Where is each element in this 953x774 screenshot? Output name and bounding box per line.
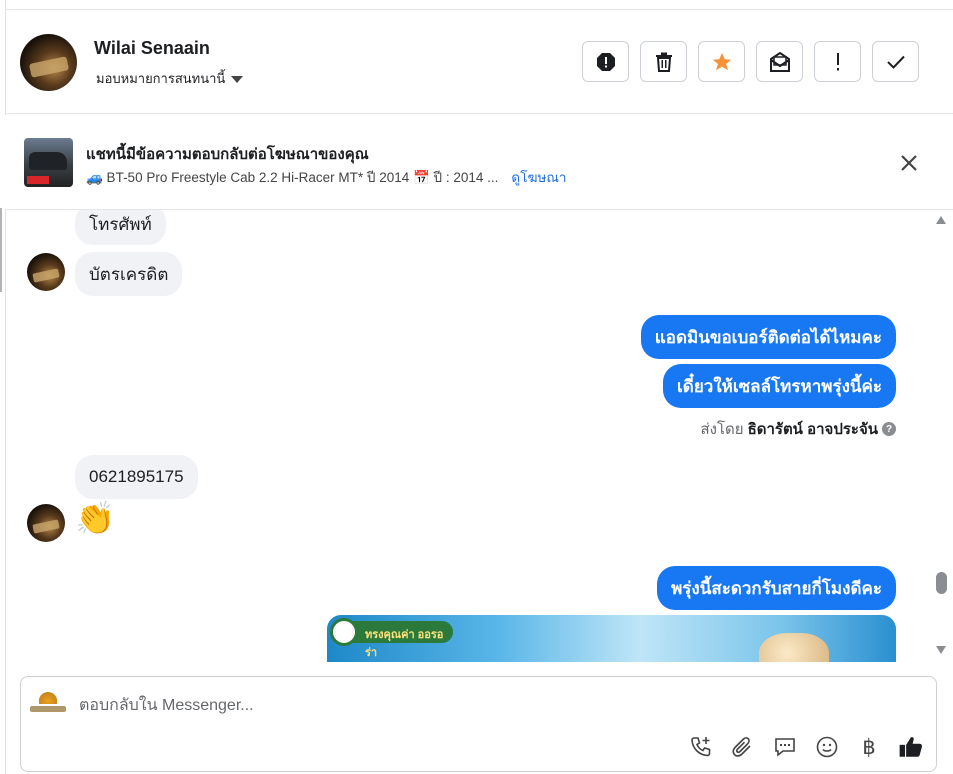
message-thread[interactable]: โทรศัพท์ บัตรเครดิต แอดมินขอเบอร์ติดต่อไ… [5,210,953,662]
follow-up-button[interactable] [814,41,861,82]
assign-label: มอบหมายการสนทนานี้ [96,71,226,86]
contact-avatar[interactable] [20,34,77,91]
close-icon[interactable] [898,152,920,174]
star-icon [712,52,731,70]
clapping-hands-emoji[interactable]: 👏 [75,502,115,534]
brand-seal-icon [330,618,358,646]
payment-button[interactable]: ฿ [856,734,882,760]
ad-banner-subtitle: 🚙 BT-50 Pro Freestyle Cab 2.2 Hi-Racer M… [86,166,566,188]
composer-tools: ฿ [688,734,924,760]
scroll-down-arrow-icon[interactable] [936,646,946,654]
alert-octagon-icon [596,52,615,71]
page-logo-sun-icon [38,690,58,704]
spam-button[interactable] [582,41,629,82]
scroll-up-arrow-icon[interactable] [936,216,946,224]
resize-handle[interactable] [0,208,2,292]
sent-by-prefix: ส่งโดย [700,421,744,438]
scrollbar-thumb[interactable] [936,572,947,594]
page-logo-text [30,706,66,712]
reply-input[interactable] [79,695,879,717]
paperclip-icon [732,737,751,757]
emoji-button[interactable] [814,734,840,760]
ad-thumbnail[interactable] [24,138,73,187]
ad-reply-banner: แชทนี้มีข้อความตอบกลับต่อโฆษณาของคุณ 🚙 B… [5,115,953,210]
sent-by-info: ส่งโดย ธิดารัตน์ อาจประจัน ? [700,417,896,441]
incoming-message[interactable]: บัตรเครดิต [75,252,183,296]
thumbs-up-icon [899,737,922,757]
assign-conversation-dropdown[interactable]: มอบหมายการสนทนานี้ [96,68,244,89]
page-logo [30,688,66,716]
mark-unread-button[interactable] [756,41,803,82]
image-attachment[interactable]: ทรงคุณค่า ออรอร่า [327,615,896,662]
ad-banner-title: แชทนี้มีข้อความตอบกลับต่อโฆษณาของคุณ [86,146,369,163]
image-caption: ทรงคุณค่า ออรอร่า [365,629,444,659]
outgoing-message[interactable]: เดี๋ยวให้เซลล์โทรหาพรุ่งนี้ค่ะ [662,364,896,408]
saved-reply-icon [775,738,795,757]
mark-done-button[interactable] [872,41,919,82]
saved-replies-button[interactable] [772,734,798,760]
baht-icon: ฿ [862,735,876,759]
delete-button[interactable] [640,41,687,82]
check-icon [886,55,905,69]
trash-icon [655,52,672,72]
phone-plus-icon [691,737,711,757]
exclamation-icon [836,52,839,70]
attach-button[interactable] [730,734,756,760]
conversation-header: Wilai Senaain มอบหมายการสนทนานี้ [5,10,953,114]
incoming-message[interactable]: โทรศัพท์ [75,210,166,245]
contact-avatar-small [27,504,65,542]
outgoing-message[interactable]: แอดมินขอเบอร์ติดต่อได้ไหมคะ [640,315,896,359]
caret-down-icon [231,75,244,83]
contact-avatar-small [27,253,65,291]
reply-composer: ฿ [20,676,937,772]
contact-name[interactable]: Wilai Senaain [94,38,210,59]
product-photo [759,633,829,662]
incoming-message[interactable]: 0621895175 [75,455,198,499]
mark-unread-icon [769,51,790,72]
header-actions [582,41,919,82]
outgoing-message[interactable]: พรุ่งนี้สะดวกรับสายกี่โมงดีคะ [657,566,896,610]
view-ad-link[interactable]: ดูโฆษณา [511,166,566,188]
star-button[interactable] [698,41,745,82]
ad-description: 🚙 BT-50 Pro Freestyle Cab 2.2 Hi-Racer M… [86,170,499,185]
like-button[interactable] [898,734,924,760]
call-request-button[interactable] [688,734,714,760]
help-icon[interactable]: ? [882,422,896,436]
emoji-icon [816,736,838,758]
sent-by-name: ธิดารัตน์ อาจประจัน [747,421,878,438]
